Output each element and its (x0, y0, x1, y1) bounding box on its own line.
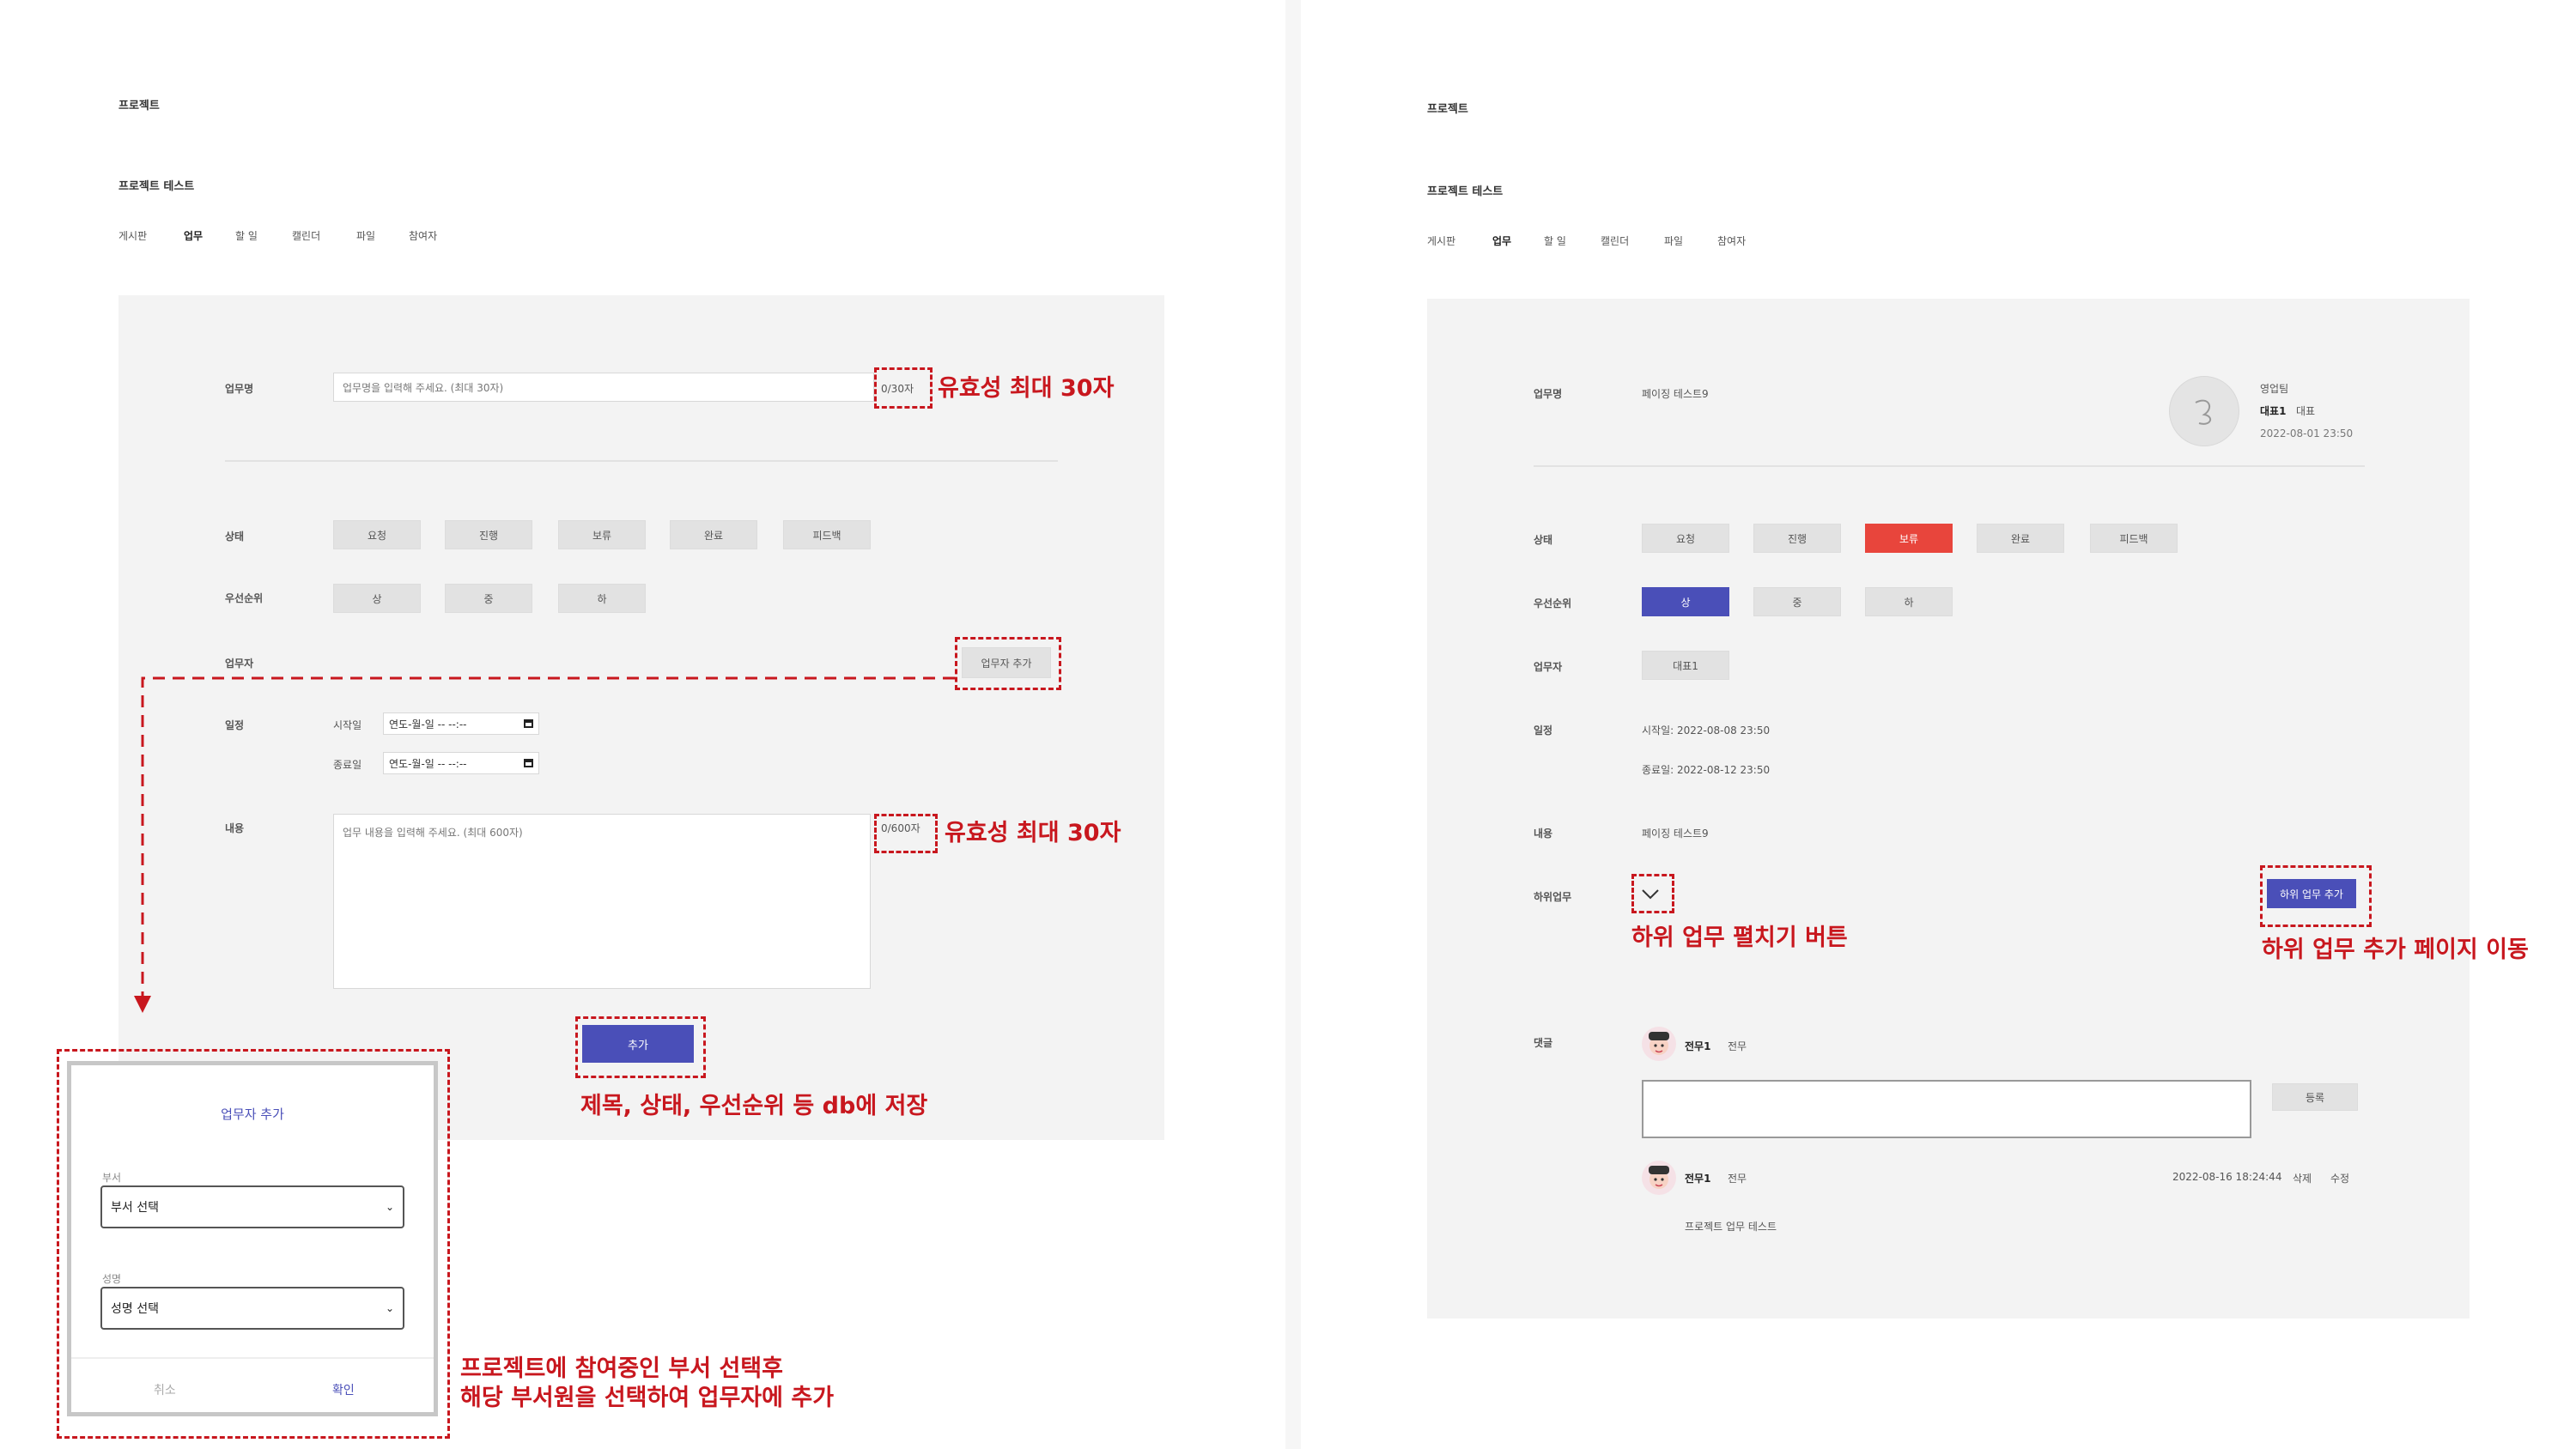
name-label: 성명 (102, 1273, 122, 1285)
comment-input[interactable] (1642, 1080, 2251, 1138)
add-assignee-modal: 업무자 추가 부서 부서 선택 ⌄ 성명 성명 선택 ⌄ 취소 확인 (67, 1061, 438, 1416)
assignee-chip: 대표1 (1642, 651, 1729, 680)
tab-todo[interactable]: 할 일 (1544, 233, 1566, 248)
add-page-note: 하위 업무 추가 페이지 이동 (2262, 937, 2529, 963)
content-value: 페이징 테스트9 (1642, 828, 1709, 840)
content-label-right: 내용 (1534, 828, 1553, 840)
commenter-role: 전무 (1728, 1040, 1747, 1052)
user-sketch-icon (2195, 399, 2212, 425)
priority-label-right: 우선순위 (1534, 597, 1572, 609)
comment-author-name: 전무1 (1685, 1173, 1711, 1185)
comment-author-role: 전무 (1728, 1173, 1747, 1185)
author-team: 영업팀 (2260, 383, 2289, 395)
priority-low-button[interactable]: 하 (1865, 587, 1953, 616)
comment-author-avatar (1642, 1161, 1676, 1195)
status-hold-button-selected[interactable]: 보류 (1865, 524, 1953, 553)
task-detail-panel (1427, 299, 2470, 1319)
expand-note: 하위 업무 펼치기 버튼 (1631, 925, 1848, 951)
status-progress-button[interactable]: 진행 (1753, 524, 1841, 553)
schedule-label-right: 일정 (1534, 724, 1553, 737)
tab-files[interactable]: 파일 (1664, 233, 1683, 248)
modal-note-line2: 해당 부서원을 선택하여 업무자에 추가 (460, 1385, 835, 1411)
comment-date: 2022-08-16 18:24:44 (2172, 1171, 2282, 1183)
comment-edit-button[interactable]: 수정 (2330, 1171, 2349, 1185)
project-name-right: 프로젝트 테스트 (1427, 185, 1504, 198)
modal-title: 업무자 추가 (221, 1106, 284, 1122)
dept-select-value: 부서 선택 (111, 1201, 159, 1215)
tab-tasks[interactable]: 업무 (1492, 233, 1511, 248)
modal-footer-divider (71, 1357, 434, 1359)
comment-delete-button[interactable]: 삭제 (2293, 1171, 2312, 1185)
name-select-value: 성명 선택 (111, 1302, 159, 1316)
comment-text: 프로젝트 업무 테스트 (1685, 1221, 1777, 1233)
modal-note-line1: 프로젝트에 참여중인 부서 선택후 (460, 1355, 783, 1382)
save-note: 제목, 상태, 우선순위 등 db에 저장 (580, 1093, 928, 1119)
dept-select[interactable]: 부서 선택 ⌄ (100, 1185, 404, 1228)
comment-register-button[interactable]: 등록 (2272, 1083, 2358, 1111)
status-feedback-button[interactable]: 피드백 (2090, 524, 2178, 553)
dept-label: 부서 (102, 1172, 122, 1184)
commenter-avatar (1642, 1027, 1676, 1061)
modal-confirm-button[interactable]: 확인 (332, 1381, 355, 1398)
avatar (2169, 376, 2239, 446)
end-date-text: 종료일: 2022-08-12 23:50 (1642, 764, 1771, 776)
chevron-down-icon: ⌄ (385, 1302, 394, 1314)
task-name-value: 페이징 테스트9 (1642, 388, 1709, 400)
tab-calendar[interactable]: 캘린더 (1601, 233, 1629, 248)
tab-board[interactable]: 게시판 (1427, 233, 1455, 248)
author-role: 대표 (2296, 405, 2316, 417)
priority-mid-button[interactable]: 중 (1753, 587, 1841, 616)
page-title-right: 프로젝트 (1427, 103, 1468, 116)
commenter-name: 전무1 (1685, 1040, 1711, 1052)
start-date-text: 시작일: 2022-08-08 23:50 (1642, 724, 1771, 737)
assignee-flow-arrow (134, 676, 955, 1013)
tab-participants[interactable]: 참여자 (1717, 233, 1746, 248)
assignee-label-right: 업무자 (1534, 661, 1563, 673)
status-label-right: 상태 (1534, 534, 1553, 546)
modal-cancel-button[interactable]: 취소 (154, 1381, 176, 1398)
author-name: 대표1 (2260, 405, 2287, 417)
user-face-icon (1649, 1166, 1669, 1189)
author-date: 2022-08-01 23:50 (2260, 427, 2354, 440)
user-face-icon (1649, 1032, 1669, 1055)
priority-high-button-selected[interactable]: 상 (1642, 587, 1729, 616)
chevron-down-icon: ⌄ (385, 1201, 394, 1213)
add-subtask-highlight (2260, 865, 2372, 927)
expand-highlight (1631, 874, 1674, 913)
name-select[interactable]: 성명 선택 ⌄ (100, 1287, 404, 1330)
task-name-label-right: 업무명 (1534, 388, 1563, 400)
status-done-button[interactable]: 완료 (1977, 524, 2064, 553)
comment-label: 댓글 (1534, 1037, 1553, 1049)
status-request-button[interactable]: 요청 (1642, 524, 1729, 553)
detail-divider (1534, 465, 2365, 467)
screen-divider (1285, 0, 1301, 1449)
subtask-label: 하위업무 (1534, 891, 1572, 903)
